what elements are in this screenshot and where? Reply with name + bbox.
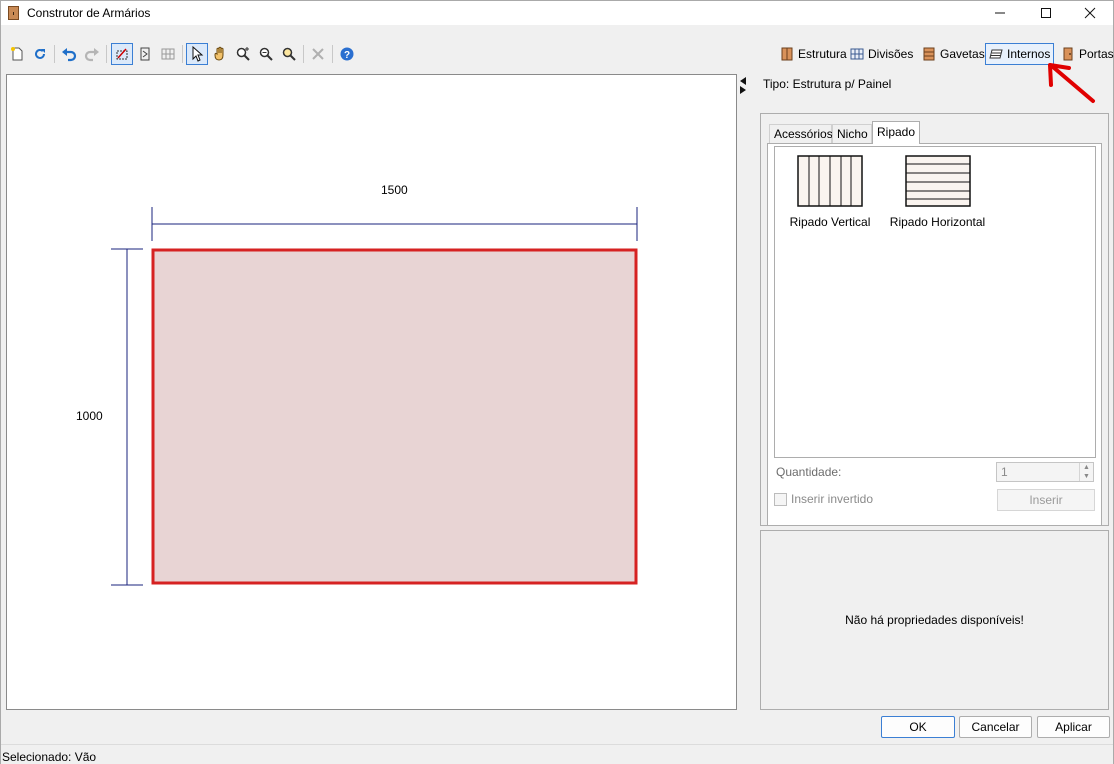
ripado-vertical-label: Ripado Vertical <box>789 215 871 229</box>
delete-button[interactable] <box>307 43 329 65</box>
quantity-stepper[interactable]: 1 ▲ ▼ <box>996 462 1094 482</box>
tab-gavetas[interactable]: Gavetas <box>919 43 988 65</box>
selected-panel[interactable] <box>151 248 638 585</box>
select-edit-button[interactable] <box>111 43 133 65</box>
help-icon: ? <box>340 47 354 61</box>
no-properties-message: Não há propriedades disponíveis! <box>845 613 1024 627</box>
undo-button[interactable] <box>58 43 80 65</box>
zoom-icon <box>282 47 296 61</box>
undo-icon <box>62 48 77 62</box>
ripado-tab-page: Ripado Vertical Ripado Horizontal Quanti… <box>767 143 1102 526</box>
zoom-out-button[interactable] <box>255 43 277 65</box>
title-bar: Construtor de Armários <box>1 1 1113 25</box>
insert-group: Acessórios Nicho Ripado Ripado Vertical <box>760 113 1109 526</box>
tab-divisoes-label: Divisões <box>868 47 914 61</box>
tab-estrutura-label: Estrutura <box>798 47 847 61</box>
tipo-label: Tipo: Estrutura p/ Painel <box>763 77 892 91</box>
toolbar: ? Estrutura Divisões Gavetas Internos Po… <box>1 41 1114 67</box>
drawing-canvas[interactable]: 1500 1000 <box>6 74 737 710</box>
pointer-button[interactable] <box>186 43 208 65</box>
width-dimension-label: 1500 <box>381 183 408 197</box>
quantity-value: 1 <box>1001 465 1008 479</box>
edit-shape-icon <box>116 48 128 60</box>
close-icon <box>1084 7 1096 19</box>
refresh-button[interactable] <box>29 43 51 65</box>
builder-window: Construtor de Armários ? Estrutura Divis… <box>0 0 1114 764</box>
new-button[interactable] <box>6 43 28 65</box>
refresh-icon <box>35 48 45 59</box>
door-icon <box>1063 47 1073 61</box>
cursor-icon <box>192 46 204 62</box>
quantity-label: Quantidade: <box>776 465 842 479</box>
svg-text:?: ? <box>344 50 350 61</box>
invert-checkbox[interactable] <box>774 492 787 506</box>
selection-status: Selecionado: Vão <box>2 750 97 764</box>
maximize-icon <box>1041 8 1051 18</box>
shelves-icon <box>989 49 1003 59</box>
resize-icon <box>140 47 150 61</box>
help-button[interactable]: ? <box>336 43 358 65</box>
horizontal-slats-icon <box>904 155 971 207</box>
redo-button[interactable] <box>81 43 103 65</box>
new-file-icon <box>11 47 23 61</box>
wardrobe-icon <box>781 47 793 61</box>
tab-divisoes[interactable]: Divisões <box>847 43 916 65</box>
invert-checkbox-row[interactable]: Inserir invertido <box>774 492 873 506</box>
tab-internos-label: Internos <box>1007 47 1051 61</box>
canvas-drawing <box>111 207 638 586</box>
tab-nicho[interactable]: Nicho <box>832 124 872 143</box>
delete-icon <box>312 48 324 60</box>
zoom-fit-icon <box>236 47 250 61</box>
invert-label: Inserir invertido <box>791 492 874 506</box>
drawers-icon <box>923 47 935 61</box>
tab-portas-label: Portas <box>1079 47 1114 61</box>
stepper-arrows-icon[interactable]: ▲ ▼ <box>1079 463 1093 481</box>
grid-icon <box>161 48 175 60</box>
vertical-slats-icon <box>797 155 863 207</box>
grid-button[interactable] <box>157 43 179 65</box>
zoom-out-icon <box>259 47 273 61</box>
tab-gavetas-label: Gavetas <box>940 47 985 61</box>
items-list[interactable]: Ripado Vertical Ripado Horizontal <box>774 146 1096 458</box>
insert-button[interactable]: Inserir <box>997 489 1095 511</box>
window-title: Construtor de Armários <box>27 6 151 20</box>
resize-button[interactable] <box>134 43 156 65</box>
annotation-arrow-icon <box>1048 63 1095 103</box>
grid-icon <box>850 48 864 60</box>
close-button[interactable] <box>1067 1 1113 25</box>
ok-button[interactable]: OK <box>881 716 955 738</box>
list-item-ripado-vertical[interactable]: Ripado Vertical <box>785 155 875 229</box>
height-dimension-label: 1000 <box>76 409 103 423</box>
redo-icon <box>84 48 99 62</box>
tab-estrutura[interactable]: Estrutura <box>777 43 850 65</box>
ripado-horizontal-label: Ripado Horizontal <box>889 215 986 229</box>
maximize-button[interactable] <box>1023 1 1069 25</box>
minimize-icon <box>995 12 1005 14</box>
properties-group: Não há propriedades disponíveis! <box>760 530 1109 710</box>
tab-acessorios[interactable]: Acessórios <box>769 124 833 143</box>
zoom-button[interactable] <box>278 43 300 65</box>
hand-icon <box>214 46 224 61</box>
status-bar: Selecionado: Vão <box>1 744 1113 764</box>
list-item-ripado-horizontal[interactable]: Ripado Horizontal <box>885 155 990 229</box>
cancel-button[interactable]: Cancelar <box>959 716 1032 738</box>
zoom-extents-button[interactable] <box>232 43 254 65</box>
tab-ripado[interactable]: Ripado <box>872 121 920 144</box>
minimize-button[interactable] <box>977 1 1023 25</box>
apply-button[interactable]: Aplicar <box>1037 716 1110 738</box>
pan-button[interactable] <box>209 43 231 65</box>
panel-toggle-icon[interactable] <box>739 76 747 94</box>
app-wardrobe-icon <box>8 6 19 20</box>
